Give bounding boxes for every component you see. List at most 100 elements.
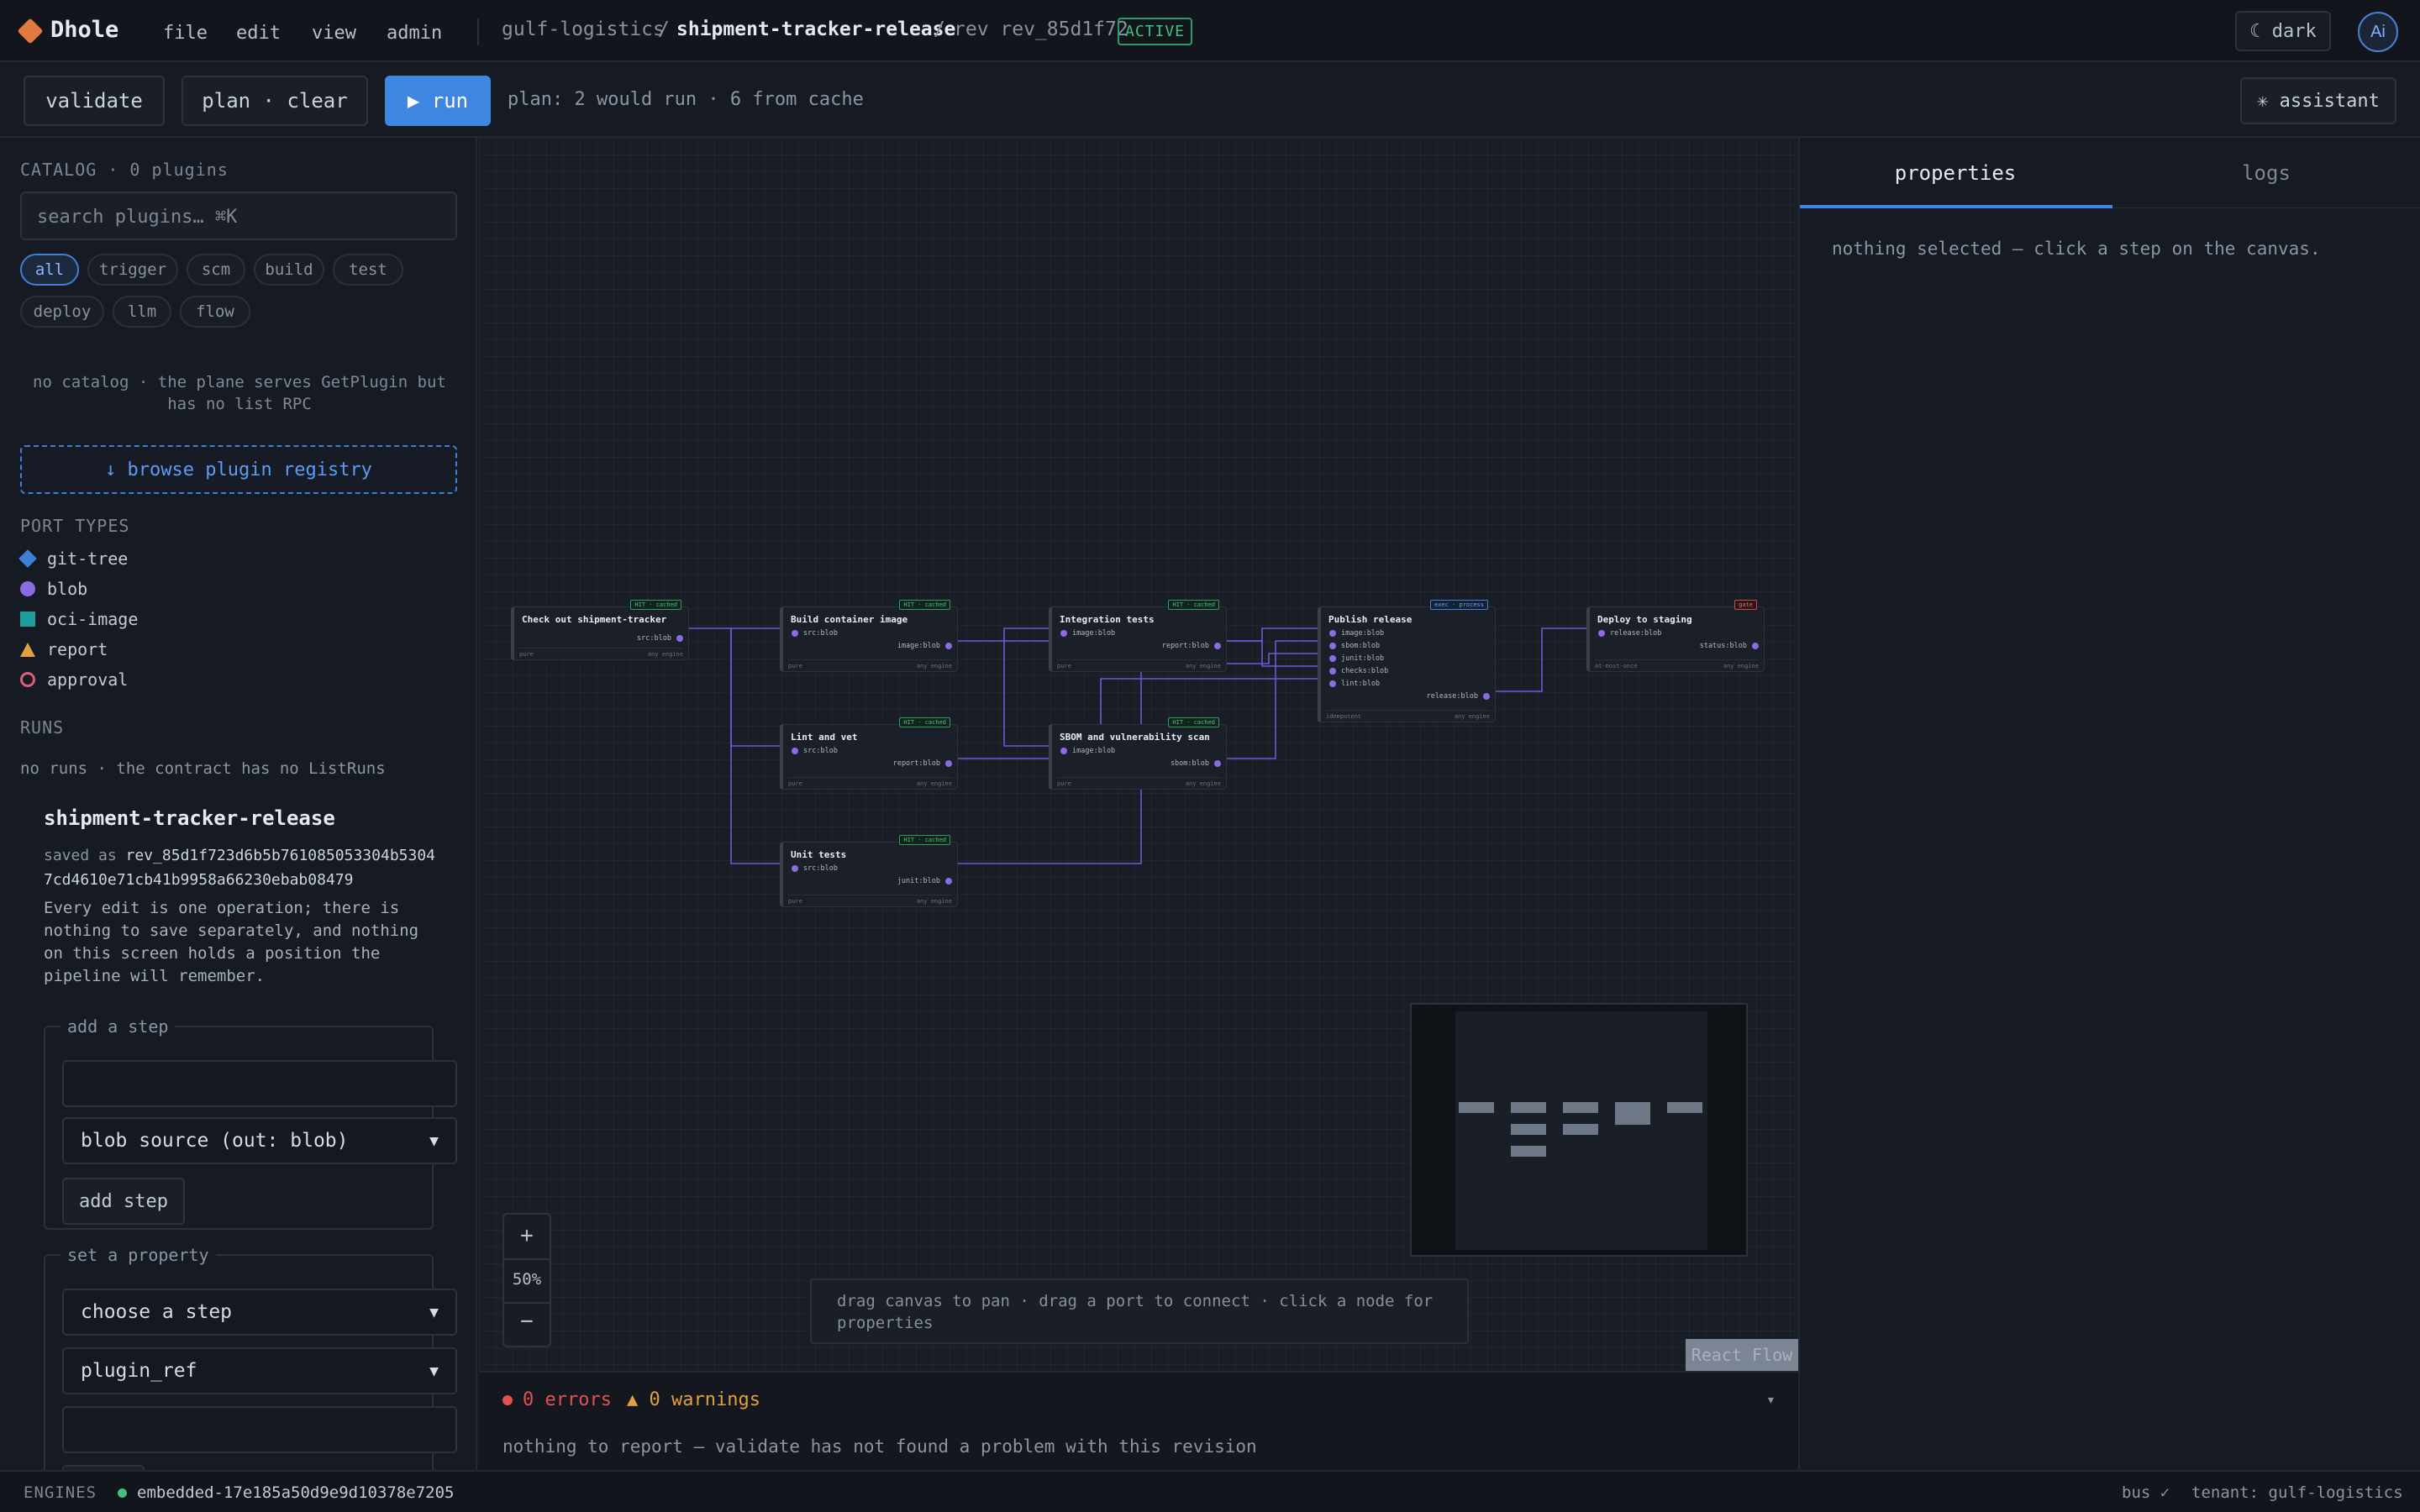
port-dot-icon xyxy=(1060,630,1067,637)
input-port[interactable]: image:blob xyxy=(1329,629,1384,638)
port-type-git-tree: git-tree xyxy=(18,547,129,570)
app-brand[interactable]: Dhole xyxy=(50,17,118,43)
run-button[interactable]: ▶ run xyxy=(385,76,491,126)
engine-status[interactable]: embedded-17e185a50d9e9d10378e7205 xyxy=(118,1483,455,1502)
zoom-in-button[interactable]: + xyxy=(504,1223,550,1248)
node-lint-vet[interactable]: HIT · cached Lint and vet src:blob repor… xyxy=(780,717,958,790)
input-port[interactable]: src:blob xyxy=(792,629,838,638)
port-dot-icon xyxy=(1329,655,1336,662)
minimap-node xyxy=(1563,1124,1598,1135)
filter-chip-deploy[interactable]: deploy xyxy=(20,296,104,328)
port-dot-icon xyxy=(1483,693,1490,700)
warning-count[interactable]: ▲ 0 warnings xyxy=(627,1389,760,1410)
node-unit-tests[interactable]: HIT · cached Unit tests src:blob junit:b… xyxy=(780,835,958,907)
filter-chip-all[interactable]: all xyxy=(20,254,79,286)
browse-registry-button[interactable]: ↓ browse plugin registry xyxy=(20,445,457,494)
cache-badge: HIT · cached xyxy=(899,717,950,727)
input-port[interactable]: sbom:blob xyxy=(1329,642,1380,650)
revision-saved-id: saved as rev_85d1f723d6b5b761085053304b5… xyxy=(44,847,436,889)
edge[interactable] xyxy=(1225,640,1321,759)
input-port[interactable]: image:blob xyxy=(1060,747,1115,755)
add-step-button[interactable]: add step xyxy=(62,1178,185,1225)
left-panel: CATALOG · 0 plugins search plugins… ⌘K a… xyxy=(0,138,477,1470)
input-port[interactable]: release:blob xyxy=(1598,629,1661,638)
collapse-toggle[interactable]: ▾ xyxy=(1766,1391,1776,1409)
output-port[interactable]: report:blob xyxy=(1162,642,1221,650)
output-port[interactable]: release:blob xyxy=(1427,692,1490,701)
input-port[interactable]: image:blob xyxy=(1060,629,1115,638)
property-value-input[interactable] xyxy=(62,1406,457,1453)
edge[interactable] xyxy=(956,627,1052,642)
breadcrumb-tenant[interactable]: gulf-logistics xyxy=(502,18,665,40)
pipeline-canvas[interactable]: HIT · cached Check out shipment-tracker … xyxy=(479,138,1798,1371)
node-footer: pure any engine xyxy=(788,659,952,671)
breadcrumb-revision[interactable]: rev rev_85d1f72 xyxy=(954,18,1128,40)
property-select[interactable]: plugin_ref ▼ xyxy=(62,1347,457,1394)
runs-heading: RUNS xyxy=(20,717,65,738)
breadcrumb-separator: / xyxy=(658,18,670,40)
port-dot-icon xyxy=(792,748,798,754)
filter-chip-flow[interactable]: flow xyxy=(180,296,250,328)
output-port[interactable]: image:blob xyxy=(897,642,952,650)
validate-button[interactable]: validate xyxy=(24,76,165,126)
minimap[interactable] xyxy=(1410,1003,1748,1257)
theme-toggle-button[interactable]: ☾ dark xyxy=(2235,11,2331,51)
node-checkout[interactable]: HIT · cached Check out shipment-tracker … xyxy=(511,600,689,660)
port-type-label: git-tree xyxy=(47,549,129,569)
filter-chip-trigger[interactable]: trigger xyxy=(87,254,178,286)
error-count[interactable]: 0 errors xyxy=(502,1389,612,1410)
gate-badge: gate xyxy=(1734,600,1757,610)
problems-panel: 0 errors ▲ 0 warnings ▾ nothing to repor… xyxy=(479,1371,1798,1470)
output-port[interactable]: status:blob xyxy=(1700,642,1759,650)
port-dot-icon xyxy=(1214,760,1221,767)
node-deploy-staging[interactable]: gate Deploy to staging release:blob stat… xyxy=(1586,600,1765,672)
plan-button[interactable]: plan · clear xyxy=(182,76,368,126)
node-build[interactable]: HIT · cached Build container image src:b… xyxy=(780,600,958,672)
node-footer: pure any engine xyxy=(788,777,952,789)
assistant-button[interactable]: ✳ assistant xyxy=(2240,77,2396,124)
node-sbom-scan[interactable]: HIT · cached SBOM and vulnerability scan… xyxy=(1049,717,1227,790)
plugin-search-input[interactable]: search plugins… ⌘K xyxy=(20,192,457,240)
zoom-out-button[interactable]: − xyxy=(504,1309,550,1334)
step-kind-select[interactable]: blob source (out: blob) ▼ xyxy=(62,1117,457,1164)
tab-logs[interactable]: logs xyxy=(2111,138,2420,208)
catalog-empty-message: no catalog · the plane serves GetPlugin … xyxy=(33,373,446,413)
filter-chip-build[interactable]: build xyxy=(254,254,324,286)
filter-chip-llm[interactable]: llm xyxy=(113,296,171,328)
node-publish-release[interactable]: exec · process Publish release image:blo… xyxy=(1318,600,1496,722)
edge[interactable] xyxy=(1494,627,1590,692)
output-port[interactable]: src:blob xyxy=(637,634,683,643)
filter-chip-scm[interactable]: scm xyxy=(187,254,245,286)
menu-view[interactable]: view xyxy=(312,23,356,44)
step-name-input[interactable] xyxy=(62,1060,457,1107)
avatar[interactable]: Ai xyxy=(2358,12,2398,52)
input-port[interactable]: src:blob xyxy=(792,747,838,755)
output-port[interactable]: junit:blob xyxy=(897,877,952,885)
edge[interactable] xyxy=(730,628,783,747)
input-port[interactable]: src:blob xyxy=(792,864,838,873)
cache-badge: HIT · cached xyxy=(1168,717,1219,727)
menu-file[interactable]: file xyxy=(163,23,208,44)
input-port[interactable]: lint:blob xyxy=(1329,680,1380,688)
port-dot-icon xyxy=(1329,668,1336,675)
chevron-down-icon: ▼ xyxy=(429,1131,439,1150)
output-port[interactable]: report:blob xyxy=(893,759,952,768)
output-port[interactable]: sbom:blob xyxy=(1171,759,1221,768)
input-port[interactable]: junit:blob xyxy=(1329,654,1384,663)
input-port[interactable]: checks:blob xyxy=(1329,667,1388,675)
triangle-icon xyxy=(20,642,35,657)
node-integration-tests[interactable]: HIT · cached Integration tests image:blo… xyxy=(1049,600,1227,672)
breadcrumb-pipeline[interactable]: shipment-tracker-release xyxy=(676,18,955,40)
port-type-label: approval xyxy=(47,669,129,690)
minimap-node xyxy=(1511,1124,1546,1135)
filter-chip-test[interactable]: test xyxy=(333,254,403,286)
menu-edit[interactable]: edit xyxy=(236,23,281,44)
node-title: Build container image xyxy=(791,614,908,625)
engines-label: ENGINES xyxy=(24,1483,97,1502)
tab-properties[interactable]: properties xyxy=(1800,138,2111,208)
menu-admin[interactable]: admin xyxy=(387,23,442,44)
react-flow-attribution[interactable]: React Flow xyxy=(1686,1339,1798,1371)
step-select[interactable]: choose a step ▼ xyxy=(62,1289,457,1336)
set-property-form: set a property choose a step ▼ plugin_re… xyxy=(44,1245,457,1470)
edge[interactable] xyxy=(1003,641,1052,747)
